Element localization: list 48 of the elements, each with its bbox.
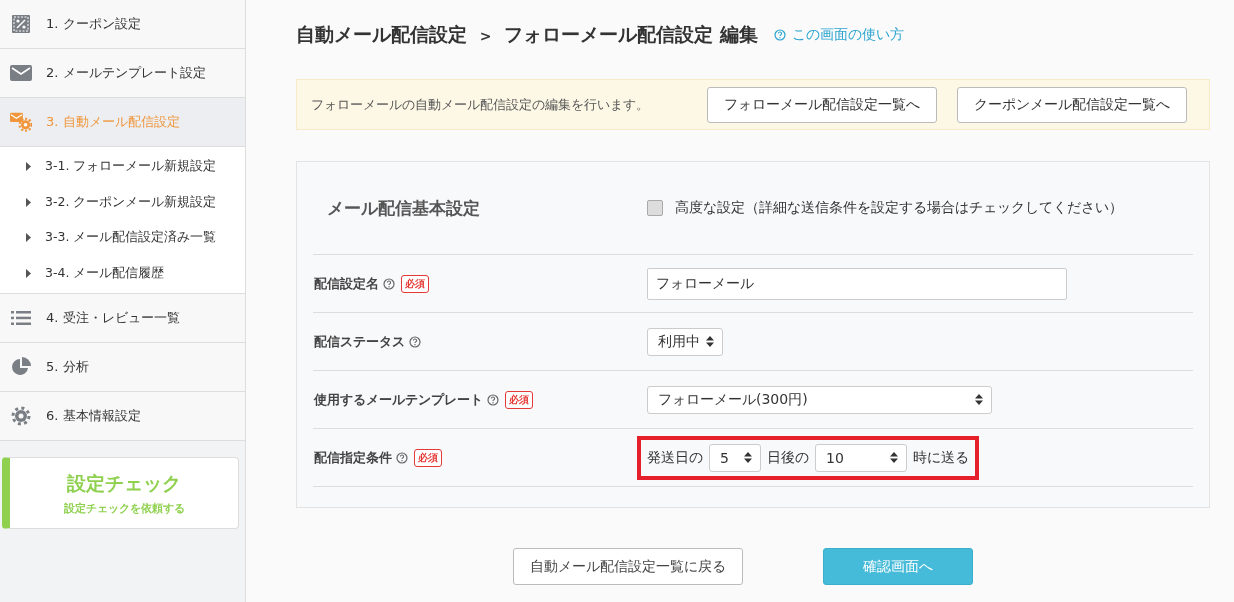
check-card-subtitle: 設定チェックを依頼する bbox=[63, 500, 185, 516]
sidebar-item[interactable]: 1. クーポン設定 bbox=[0, 0, 245, 49]
field-label: 使用するメールテンプレート bbox=[314, 390, 483, 409]
help-icon[interactable] bbox=[409, 335, 421, 348]
sidebar-item[interactable]: 2. メールテンプレート設定 bbox=[0, 49, 245, 98]
days-select[interactable]: 5 bbox=[709, 443, 761, 472]
field-label: 配信ステータス bbox=[314, 332, 405, 351]
list-icon bbox=[11, 311, 31, 325]
required-badge: 必須 bbox=[414, 448, 442, 467]
notice-text: フォローメールの自動メール配信設定の編集を行います。 bbox=[311, 95, 650, 114]
nav-button[interactable]: フォローメール配信設定一覧へ bbox=[707, 86, 937, 123]
coupon-percent-icon bbox=[11, 14, 31, 34]
field-label: 配信指定条件 bbox=[314, 448, 392, 467]
caret-icon bbox=[26, 233, 31, 243]
select-arrows-icon bbox=[890, 452, 898, 463]
field-label: 配信設定名 bbox=[314, 274, 379, 293]
envelope-gear-icon bbox=[10, 112, 32, 132]
help-icon[interactable] bbox=[487, 393, 499, 406]
sidebar-item[interactable]: 4. 受注・レビュー一覧 bbox=[0, 294, 245, 343]
back-button[interactable]: 自動メール配信設定一覧に戻る bbox=[513, 548, 743, 585]
section-title: メール配信基本設定 bbox=[326, 196, 481, 220]
caret-icon bbox=[26, 268, 31, 278]
select-field[interactable]: 利用中 bbox=[647, 327, 723, 356]
select-arrows-icon bbox=[706, 336, 714, 347]
envelope-icon bbox=[10, 65, 32, 81]
select-field[interactable]: フォローメール(300円) bbox=[647, 385, 992, 414]
required-badge: 必須 bbox=[401, 274, 429, 293]
help-icon[interactable] bbox=[396, 451, 408, 464]
sidebar-item[interactable]: 6. 基本情報設定 bbox=[0, 392, 245, 441]
help-icon[interactable] bbox=[383, 277, 395, 290]
caret-icon bbox=[26, 162, 31, 172]
hour-select[interactable]: 10 bbox=[815, 443, 907, 472]
select-arrows-icon bbox=[744, 452, 752, 463]
condition-text: 時に送る bbox=[913, 448, 969, 467]
help-icon bbox=[773, 29, 786, 41]
check-card-title: 設定チェック bbox=[67, 470, 181, 496]
page-title: 自動メール配信設定 > フォローメール配信設定 編集 bbox=[296, 22, 758, 47]
settings-icon bbox=[11, 406, 31, 426]
condition-text: 発送日の bbox=[647, 448, 703, 467]
select-arrows-icon bbox=[975, 394, 983, 405]
input-field[interactable]: フォローメール bbox=[647, 267, 1067, 300]
pie-chart-icon bbox=[11, 357, 31, 377]
sidebar-item[interactable]: 5. 分析 bbox=[0, 343, 245, 392]
caret-icon bbox=[26, 197, 31, 207]
required-badge: 必須 bbox=[505, 390, 533, 409]
condition-text: 日後の bbox=[767, 448, 809, 467]
nav-button[interactable]: クーポンメール配信設定一覧へ bbox=[957, 86, 1187, 123]
checkbox-square[interactable] bbox=[647, 200, 663, 216]
